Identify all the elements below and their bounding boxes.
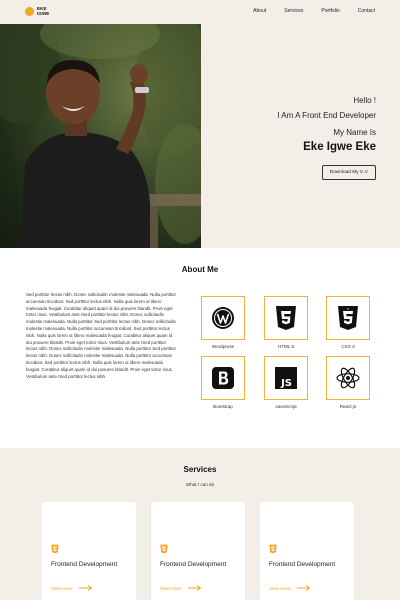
- logo-icon: [25, 7, 34, 17]
- arrow-right-icon: [78, 585, 92, 591]
- service-card: Frontend Development View more: [42, 502, 136, 600]
- skill-wordpress: Wordpress: [201, 296, 245, 349]
- services-section: Services What I can do Frontend Developm…: [0, 448, 400, 600]
- navbar: EKE IGWE About Services Portfolio Contac…: [0, 0, 400, 24]
- view-more-link[interactable]: View more: [269, 585, 311, 591]
- skill-label: JavaScript: [275, 404, 297, 409]
- skill-bootstrap: Bootstrap: [201, 356, 245, 409]
- bootstrap-icon: [212, 367, 234, 389]
- nav-link-about[interactable]: About: [253, 8, 266, 14]
- javascript-icon: JS: [275, 367, 297, 389]
- skill-label: CSS 3: [341, 344, 355, 349]
- html5-icon: [269, 544, 277, 554]
- hero-text: Hello ! I Am A Front End Developer My Na…: [277, 96, 376, 180]
- about-section: About Me Sed porttitor lectus nibh. Done…: [0, 248, 400, 448]
- skill-html5: HTML 5: [264, 296, 308, 349]
- hero-hello: Hello !: [353, 96, 376, 105]
- nav-link-contact[interactable]: Contact: [358, 8, 375, 14]
- react-icon: [336, 367, 360, 389]
- hero-my-name: My Name Is: [333, 128, 376, 137]
- html5-icon: [276, 306, 296, 330]
- css3-icon: 3: [338, 306, 358, 330]
- svg-text:JS: JS: [280, 378, 292, 389]
- about-text: Sed porttitor lectus nibh. Donec sollici…: [26, 292, 176, 379]
- html5-icon: [51, 544, 59, 554]
- service-card-title: Frontend Development: [269, 561, 336, 568]
- nav-link-portfolio[interactable]: Portfolio: [321, 8, 339, 14]
- brand-line-2: IGWE: [37, 10, 50, 16]
- hero-role: I Am A Front End Developer: [277, 111, 376, 120]
- brand-logo[interactable]: EKE IGWE: [25, 6, 50, 17]
- view-more-link[interactable]: View more: [51, 585, 93, 591]
- skill-javascript: JS JavaScript: [264, 356, 308, 409]
- service-card: Frontend Development View more: [151, 502, 245, 600]
- service-card-title: Frontend Development: [51, 561, 118, 568]
- services-title: Services: [183, 465, 217, 474]
- service-card: Frontend Development View more: [260, 502, 354, 600]
- skill-label: React.js: [339, 404, 357, 409]
- wordpress-icon: [212, 307, 234, 329]
- html5-icon: [160, 544, 168, 554]
- arrow-right-icon: [296, 585, 310, 591]
- hero-photo: [0, 24, 201, 248]
- skill-label: HTML 5: [277, 344, 295, 349]
- skill-label: Wordpress: [211, 344, 235, 349]
- nav-links: About Services Portfolio Contact: [235, 8, 375, 14]
- view-more-link[interactable]: View more: [160, 585, 202, 591]
- arrow-right-icon: [187, 585, 201, 591]
- skill-label: Bootstrap: [213, 404, 233, 409]
- hero-full-name: Eke Igwe Eke: [303, 141, 376, 153]
- download-cv-button[interactable]: Download My C.V: [321, 165, 376, 180]
- svg-text:3: 3: [347, 307, 349, 311]
- skill-css3: 3 CSS 3: [326, 296, 370, 349]
- about-title: About Me: [181, 265, 219, 274]
- skill-react: React.js: [326, 356, 370, 409]
- services-subtitle: What I can do: [185, 482, 215, 487]
- nav-link-services[interactable]: Services: [284, 8, 303, 14]
- service-card-title: Frontend Development: [160, 561, 227, 568]
